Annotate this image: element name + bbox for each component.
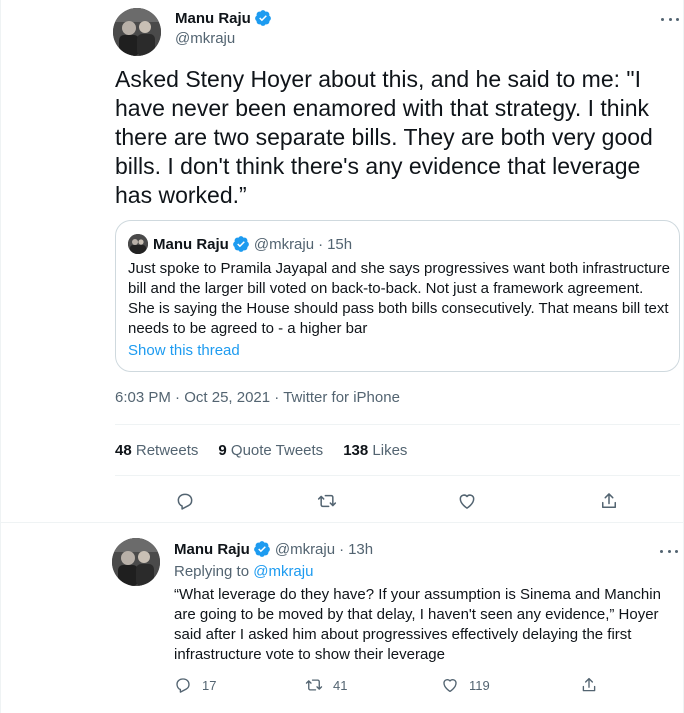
separator-dot: · (175, 389, 181, 406)
share-button[interactable] (599, 491, 619, 511)
retweet-button[interactable]: 41 (305, 676, 347, 694)
quoted-avatar (128, 234, 148, 254)
reply-icon (177, 493, 193, 510)
more-options-icon[interactable] (658, 10, 682, 28)
reply-timestamp[interactable]: 13h (348, 541, 373, 558)
separator-dot: · (318, 235, 324, 253)
replying-to-label: Replying to (174, 563, 250, 580)
quoted-tweet-card[interactable]: Manu Raju @mkraju · 15h Just spoke to Pr… (115, 220, 680, 372)
verified-badge-icon (254, 10, 271, 26)
quote-tweets-label: Quote Tweets (230, 442, 324, 459)
verified-badge-icon (232, 236, 249, 252)
tweet-text: Asked Steny Hoyer about this, and he sai… (115, 66, 653, 208)
reply-count: 17 (202, 677, 217, 693)
reply-author-handle[interactable]: @mkraju (275, 541, 335, 558)
verified-badge-icon (253, 541, 270, 557)
retweet-count: 41 (333, 677, 348, 693)
divider (115, 475, 680, 476)
separator-dot: · (339, 540, 345, 558)
retweets-stat[interactable]: 48 Retweets (115, 442, 198, 459)
like-button[interactable] (457, 491, 477, 511)
share-icon (582, 677, 596, 692)
author-handle[interactable]: @mkraju (175, 30, 235, 47)
retweets-count: 48 (115, 442, 132, 459)
like-count: 119 (469, 677, 490, 693)
reply-button[interactable] (175, 491, 195, 511)
separator-dot: · (274, 389, 280, 406)
author-name[interactable]: Manu Raju (175, 10, 251, 27)
tweet-date[interactable]: Oct 25, 2021 (184, 389, 270, 406)
share-button[interactable] (580, 676, 598, 694)
avatar[interactable] (112, 538, 160, 586)
divider (115, 424, 680, 425)
reply-icon (176, 678, 190, 693)
quoted-tweet-text: Just spoke to Pramila Jayapal and she sa… (128, 260, 670, 337)
main-tweet: Manu Raju @mkraju Asked Steny Hoyer abou… (0, 0, 684, 523)
avatar[interactable] (113, 8, 161, 56)
likes-label: Likes (372, 442, 408, 459)
tweet-time[interactable]: 6:03 PM (115, 389, 171, 406)
quoted-tweet-header: Manu Raju @mkraju · 15h (128, 234, 352, 254)
avatar-photo (112, 538, 160, 586)
quoted-timestamp[interactable]: 15h (327, 236, 352, 253)
retweet-icon (305, 679, 323, 691)
likes-count: 138 (343, 442, 369, 459)
retweet-icon (317, 494, 337, 508)
likes-stat[interactable]: 138 Likes (343, 442, 407, 459)
more-options-icon[interactable] (657, 542, 681, 560)
reply-author-name[interactable]: Manu Raju (174, 541, 250, 558)
quoted-author-handle: @mkraju (253, 235, 315, 253)
like-icon (459, 494, 475, 509)
retweet-button[interactable] (317, 491, 337, 511)
replying-to-mention[interactable]: @mkraju (253, 563, 313, 580)
replying-to: Replying to @mkraju (174, 563, 313, 580)
reply-text: “What leverage do they have? If your ass… (174, 586, 661, 663)
quoted-author-name: Manu Raju (153, 235, 229, 253)
like-icon (443, 679, 457, 693)
like-button[interactable]: 119 (441, 676, 490, 694)
tweet-source[interactable]: Twitter for iPhone (283, 389, 400, 406)
show-thread-link[interactable]: Show this thread (128, 342, 240, 359)
author-row[interactable]: Manu Raju (175, 9, 272, 27)
retweets-label: Retweets (135, 442, 199, 459)
quote-tweets-stat[interactable]: 9 Quote Tweets (218, 442, 323, 459)
quoted-avatar-photo (128, 234, 148, 254)
avatar-photo (113, 8, 161, 56)
tweet-meta: 6:03 PM · Oct 25, 2021 · Twitter for iPh… (115, 389, 400, 406)
share-icon (602, 493, 616, 508)
reply-button[interactable]: 17 (174, 676, 216, 694)
quote-tweets-count: 9 (218, 442, 227, 459)
reply-author-row: Manu Raju @mkraju · 13h (174, 540, 373, 558)
engagement-stats: 48 Retweets 9 Quote Tweets 138 Likes (115, 442, 407, 459)
